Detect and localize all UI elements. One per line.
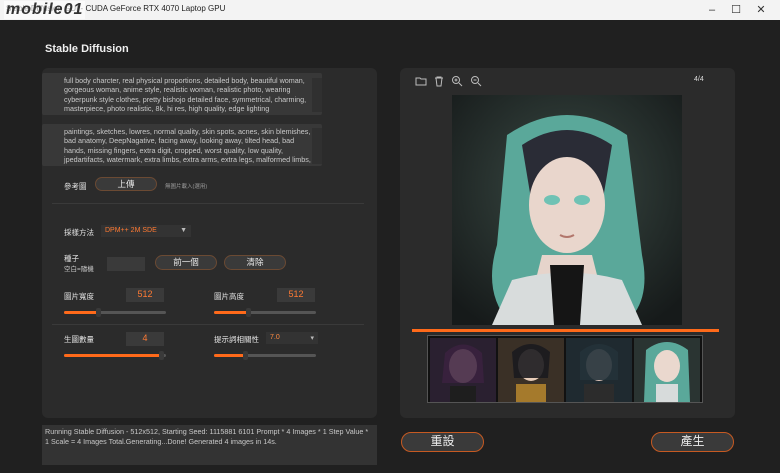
negative-prompt-scrollbar[interactable] [312,128,322,164]
width-slider-thumb[interactable] [95,308,101,317]
seed-sublabel: 空白=隨機 [64,266,94,273]
zoom-in-icon[interactable] [451,74,463,87]
count-value[interactable]: 4 [126,332,164,346]
width-slider[interactable] [64,308,166,317]
folder-icon[interactable] [415,74,427,86]
width-value[interactable]: 512 [126,288,164,302]
height-slider[interactable] [214,308,316,317]
reset-button[interactable]: 重設 [401,432,484,452]
generation-progress-bar [412,329,719,332]
sampler-select[interactable]: DPM++ 2M SDE ▼ [101,225,191,237]
reference-hint: 無圖片載入(選用) [165,184,208,190]
thumbnail-4[interactable] [634,338,700,402]
upload-button[interactable]: 上傳 [95,177,157,191]
chevron-down-icon: ▼ [180,227,187,234]
positive-prompt-input[interactable]: full body charcter, real physical propor… [42,73,322,115]
prompt-scrollbar[interactable] [312,78,322,112]
thumbnail-1[interactable] [430,338,496,402]
count-slider[interactable] [64,351,166,360]
height-slider-thumb[interactable] [245,308,251,317]
image-counter: 4/4 [694,76,704,83]
watermark-logo: mobile01 [4,1,86,19]
count-slider-thumb[interactable] [158,351,164,360]
width-label: 圖片寬度 [64,292,94,301]
width-slider-fill [64,311,98,314]
guidance-select[interactable]: 7.0 ▾ [266,332,318,344]
thumbnail-strip [427,335,703,403]
sampler-label: 採樣方法 [64,228,94,237]
reference-label: 參考圖 [64,182,87,191]
settings-panel [42,68,377,418]
minimize-button[interactable]: – [702,2,722,18]
guidance-label: 提示詞相關性 [214,335,259,344]
thumbnail-3[interactable] [566,338,632,402]
guidance-slider[interactable] [214,351,316,360]
generated-image [452,95,682,325]
count-label: 生圖數量 [64,335,94,344]
trash-icon[interactable] [433,74,445,87]
previous-seed-button[interactable]: 前一個 [155,255,217,270]
window-titlebar: Stable Diffusion GUI - CUDA GeForce RTX … [0,0,780,20]
sampler-value: DPM++ 2M SDE [105,227,157,234]
close-button[interactable]: ✕ [751,2,771,18]
divider [52,324,364,325]
height-label: 圖片高度 [214,292,244,301]
thumbnail-2[interactable] [498,338,564,402]
seed-input[interactable] [107,257,145,271]
clear-seed-button[interactable]: 清除 [224,255,286,270]
status-log: Running Stable Diffusion - 512x512, Star… [42,425,377,465]
app-title: Stable Diffusion [45,43,129,55]
height-value[interactable]: 512 [277,288,315,302]
divider [52,203,364,204]
chevron-down-icon: ▾ [310,335,314,342]
zoom-out-icon[interactable] [470,74,482,87]
negative-prompt-input[interactable]: paintings, sketches, lowres, normal qual… [42,124,322,166]
guidance-slider-fill [214,354,245,357]
guidance-slider-thumb[interactable] [242,351,248,360]
maximize-button[interactable]: ☐ [726,2,746,18]
generate-button[interactable]: 產生 [651,432,734,452]
count-slider-fill [64,354,161,357]
guidance-value: 7.0 [270,334,280,341]
height-slider-fill [214,311,248,314]
